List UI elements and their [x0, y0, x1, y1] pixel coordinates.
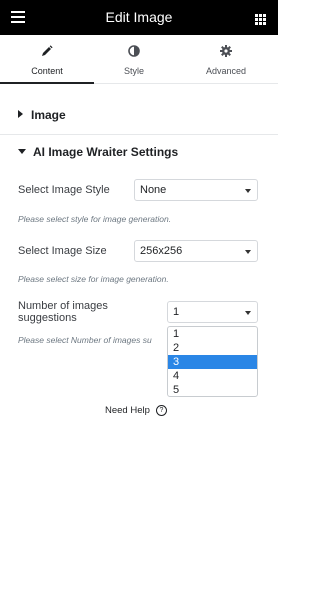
image-count-value: 1 — [173, 306, 180, 318]
tab-style[interactable]: Style — [94, 35, 174, 83]
image-style-help: Please select style for image generation… — [18, 214, 172, 224]
pencil-icon — [0, 45, 94, 59]
tab-advanced[interactable]: Advanced — [174, 35, 278, 83]
image-size-help: Please select size for image generation. — [18, 274, 169, 284]
dropdown-option-highlighted[interactable]: 3 — [168, 355, 257, 369]
active-tab-indicator — [0, 82, 94, 84]
caret-down-icon — [18, 149, 26, 154]
section-ai-toggle[interactable]: AI Image Wraiter Settings — [18, 145, 178, 159]
help-circle-icon: ? — [155, 405, 167, 416]
chevron-down-icon — [245, 250, 251, 254]
need-help-link[interactable]: Need Help? — [105, 405, 167, 416]
image-style-label: Select Image Style — [18, 184, 110, 196]
image-style-value: None — [140, 184, 167, 196]
panel-title: Edit Image — [105, 9, 173, 25]
image-count-select[interactable]: 1 — [167, 301, 258, 323]
dropdown-option[interactable]: 4 — [168, 369, 257, 383]
apps-grid-icon[interactable] — [255, 12, 266, 25]
tab-advanced-label: Advanced — [205, 66, 247, 76]
image-size-label: Select Image Size — [18, 245, 107, 257]
section-image-toggle[interactable]: Image — [18, 108, 66, 122]
dropdown-option[interactable]: 2 — [168, 341, 257, 355]
contrast-icon — [94, 45, 174, 59]
section-image-title: Image — [31, 108, 66, 122]
image-count-label: Number of images suggestions — [18, 300, 108, 324]
dropdown-option[interactable]: 5 — [168, 383, 257, 396]
image-count-help: Please select Number of images su — [18, 335, 152, 345]
tab-bar: Content Style Advanced — [0, 35, 278, 84]
image-size-select[interactable]: 256x256 — [134, 240, 258, 262]
image-count-dropdown: 1 2 3 4 5 — [167, 326, 258, 397]
chevron-down-icon — [245, 311, 251, 315]
tab-content[interactable]: Content — [0, 35, 94, 84]
caret-right-icon — [18, 110, 23, 118]
image-size-value: 256x256 — [140, 245, 183, 257]
panel-header: Edit Image — [0, 0, 278, 35]
need-help-label: Need Help — [105, 405, 150, 417]
section-divider — [0, 134, 278, 135]
section-ai-title: AI Image Wraiter Settings — [33, 145, 179, 159]
dropdown-option[interactable]: 1 — [168, 327, 257, 341]
image-style-select[interactable]: None — [134, 179, 258, 201]
gear-icon — [174, 45, 278, 59]
tab-content-label: Content — [31, 66, 63, 76]
chevron-down-icon — [245, 189, 251, 193]
tab-style-label: Style — [123, 66, 144, 76]
